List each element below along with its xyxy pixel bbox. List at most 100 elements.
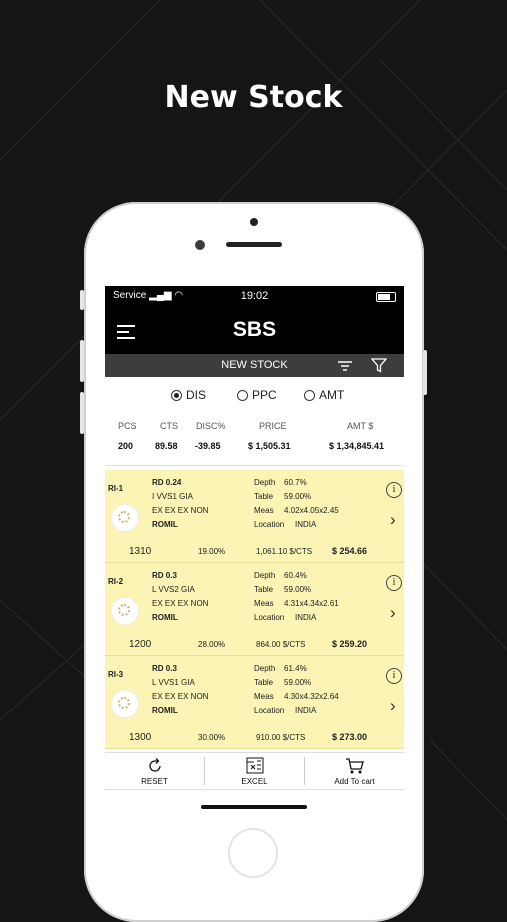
supplier-name: ROMIL — [152, 613, 178, 622]
chevron-right-icon[interactable]: › — [390, 696, 396, 716]
chevron-right-icon[interactable]: › — [390, 510, 396, 530]
stock-item-card[interactable]: RI-3 RD 0.3 L VVS1 GIA EX EX EX NON ROMI… — [105, 656, 404, 749]
color-clarity-lab: L VVS2 GIA — [152, 585, 195, 594]
meas-value: 4.02x4.05x2.45 — [284, 506, 339, 515]
supplier-name: ROMIL — [152, 520, 178, 529]
sort-icon[interactable] — [337, 360, 353, 372]
stock-id: RI-1 — [108, 484, 124, 493]
reset-button[interactable]: RESET — [105, 753, 204, 789]
table-label: Table — [254, 678, 274, 687]
color-clarity-lab: I VVS1 GIA — [152, 492, 193, 501]
summary-header-amt: AMT $ — [347, 421, 374, 431]
phone-volume-down — [80, 392, 84, 434]
battery-icon — [376, 292, 396, 302]
phone-side-button — [80, 290, 84, 310]
summary-panel: PCS CTS DISC% PRICE AMT $ 200 89.58 -39.… — [105, 413, 404, 466]
shape-carat: RD 0.3 — [152, 571, 177, 580]
stock-id: RI-3 — [108, 670, 124, 679]
meas-value: 4.31x4.34x2.61 — [284, 599, 339, 608]
sub-header-title: NEW STOCK — [221, 359, 288, 371]
stock-id: RI-2 — [108, 577, 124, 586]
item-amount: $ 254.66 — [332, 546, 368, 556]
item-amount: $ 273.00 — [332, 732, 368, 742]
radio-amt-circle[interactable] — [304, 389, 315, 401]
location-value: INDIA — [295, 520, 317, 529]
item-disc: 30.00% — [198, 733, 226, 742]
depth-value: 61.4% — [284, 664, 307, 673]
summary-header-disc: DISC% — [196, 421, 226, 431]
radio-amt-label: AMT — [319, 388, 345, 402]
depth-value: 60.7% — [284, 478, 307, 487]
filter-icon[interactable] — [371, 358, 387, 373]
refresh-icon — [148, 758, 161, 772]
reset-label: RESET — [141, 777, 168, 786]
depth-label: Depth — [254, 664, 276, 673]
item-pcs: 1310 — [129, 546, 152, 557]
info-icon[interactable]: i — [386, 668, 402, 684]
depth-value: 60.4% — [284, 571, 307, 580]
excel-icon — [246, 757, 263, 774]
location-value: INDIA — [295, 613, 317, 622]
item-pcs: 1300 — [129, 732, 152, 743]
depth-label: Depth — [254, 571, 276, 580]
diamond-icon — [111, 504, 139, 532]
item-price-per-carat: 1,061.10 $/CTS — [256, 547, 313, 556]
item-amount: $ 259.20 — [332, 639, 368, 649]
location-label: Location — [254, 706, 285, 715]
add-to-cart-button[interactable]: Add To cart — [305, 753, 404, 789]
radio-ppc-label: PPC — [252, 388, 277, 402]
item-price-per-carat: 864.00 $/CTS — [256, 640, 306, 649]
radio-ppc-circle[interactable] — [237, 389, 248, 401]
shape-carat: RD 0.3 — [152, 664, 177, 673]
item-price-per-carat: 910.00 $/CTS — [256, 733, 306, 742]
display-mode-radio-group: DIS PPC AMT — [105, 377, 404, 413]
radio-dis-label: DIS — [186, 388, 207, 402]
radio-dis[interactable]: DIS — [171, 388, 206, 402]
diamond-icon — [111, 690, 139, 718]
table-value: 59.00% — [284, 585, 312, 594]
excel-button[interactable]: EXCEL — [205, 753, 304, 789]
summary-value-disc: -39.85 — [195, 441, 221, 451]
meas-label: Meas — [254, 692, 274, 701]
table-label: Table — [254, 492, 274, 501]
page-headline: New Stock — [164, 80, 343, 115]
meas-label: Meas — [254, 506, 274, 515]
info-icon[interactable]: i — [386, 575, 402, 591]
home-indicator — [201, 805, 307, 809]
phone-camera — [195, 240, 205, 250]
depth-label: Depth — [254, 478, 276, 487]
app-screen: Service ▂▄▆ ◠ 19:02 SBS NEW STOCK DIS PP… — [105, 286, 404, 818]
phone-volume-up — [80, 340, 84, 382]
stock-item-card[interactable]: RI-2 RD 0.3 L VVS2 GIA EX EX EX NON ROMI… — [105, 563, 404, 656]
location-label: Location — [254, 520, 285, 529]
summary-value-pcs: 200 — [118, 441, 134, 451]
cut-polish-symmetry: EX EX EX NON — [152, 599, 209, 608]
phone-home-button[interactable] — [228, 828, 278, 878]
supplier-name: ROMIL — [152, 706, 178, 715]
status-time: 19:02 — [240, 290, 269, 302]
diamond-icon — [111, 597, 139, 625]
summary-header-cts: CTS — [160, 421, 178, 431]
radio-dis-circle[interactable] — [171, 389, 182, 401]
cut-polish-symmetry: EX EX EX NON — [152, 506, 209, 515]
bottom-action-bar: RESET EXCEL Add To cart — [105, 752, 404, 790]
summary-value-amt: $ 1,34,845.41 — [329, 441, 385, 451]
summary-value-cts: 89.58 — [155, 441, 178, 451]
chevron-right-icon[interactable]: › — [390, 603, 396, 623]
info-icon[interactable]: i — [386, 482, 402, 498]
cart-icon — [345, 758, 364, 774]
meas-value: 4.30x4.32x2.64 — [284, 692, 339, 701]
radio-amt[interactable]: AMT — [304, 388, 344, 402]
excel-label: EXCEL — [241, 777, 268, 786]
shape-carat: RD 0.24 — [152, 478, 182, 487]
table-value: 59.00% — [284, 678, 312, 687]
summary-header-price: PRICE — [259, 421, 287, 431]
phone-sensor — [250, 218, 258, 226]
add-to-cart-label: Add To cart — [334, 777, 375, 786]
stock-item-card[interactable]: RI-1 RD 0.24 I VVS1 GIA EX EX EX NON ROM… — [105, 470, 404, 563]
item-disc: 28.00% — [198, 640, 226, 649]
status-bar: Service ▂▄▆ ◠ 19:02 — [105, 286, 404, 308]
radio-ppc[interactable]: PPC — [237, 388, 277, 402]
summary-value-price: $ 1,505.31 — [248, 441, 291, 451]
table-label: Table — [254, 585, 274, 594]
